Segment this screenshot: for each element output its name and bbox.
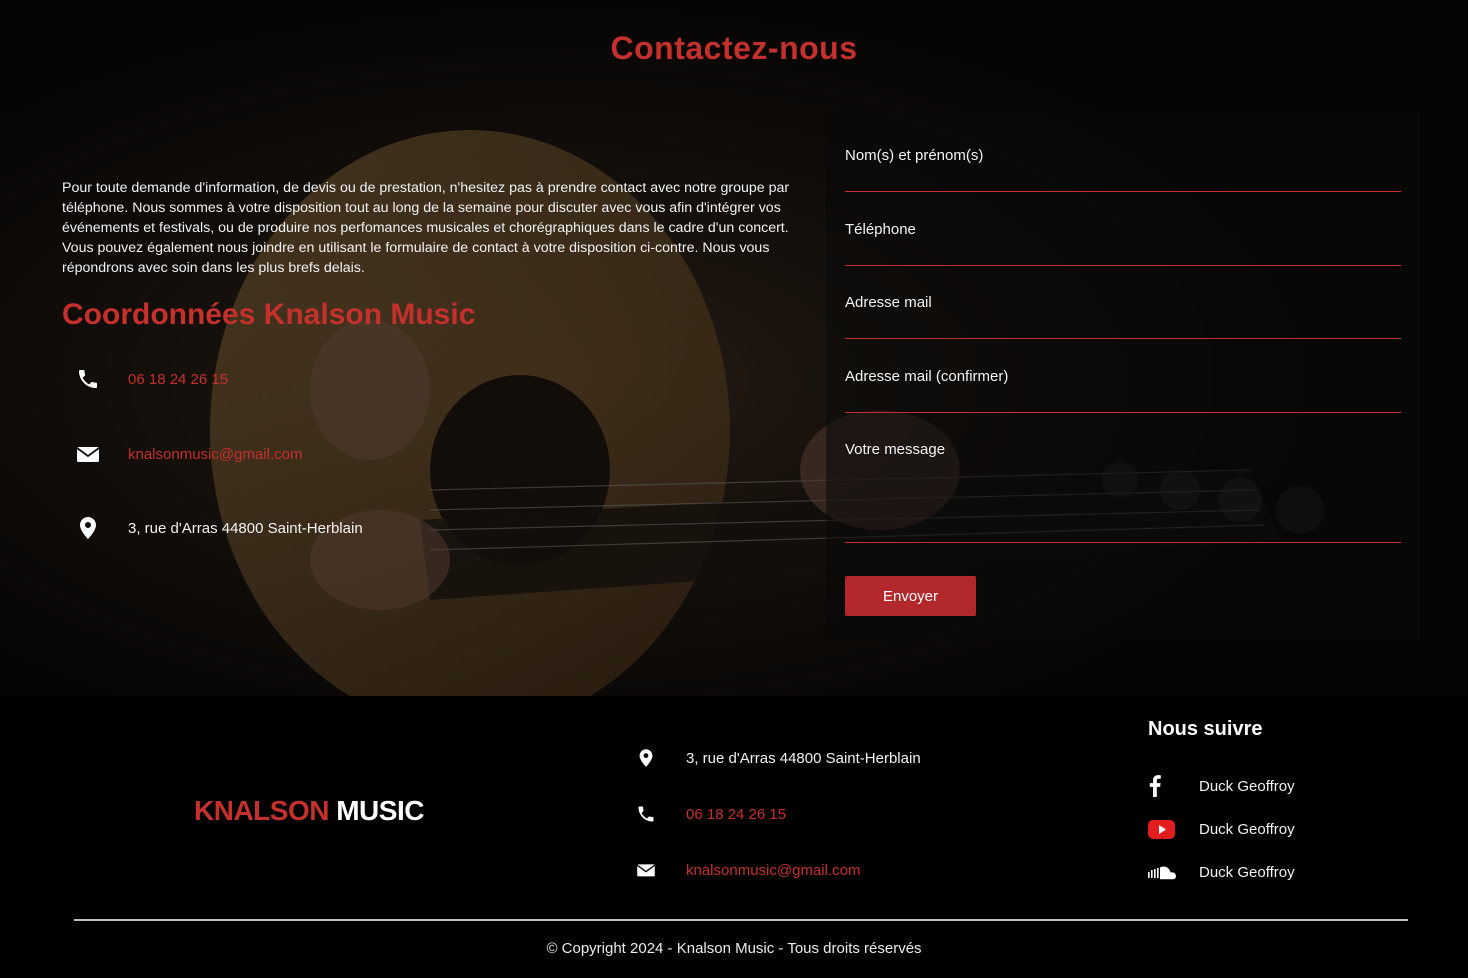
social-facebook[interactable]: Duck Geoffroy (1148, 775, 1295, 797)
footer-email-link[interactable]: knalsonmusic@gmail.com (686, 862, 860, 879)
soundcloud-icon (1148, 861, 1178, 883)
social-soundcloud-label: Duck Geoffroy (1199, 863, 1295, 881)
name-field-label: Nom(s) et prénom(s) (845, 147, 984, 164)
email-confirm-field[interactable]: Adresse mail (confirmer) (845, 368, 1401, 413)
contact-email-link[interactable]: knalsonmusic@gmail.com (128, 446, 302, 463)
email-confirm-field-label: Adresse mail (confirmer) (845, 368, 1009, 385)
intro-text: Pour toute demande d'information, de dev… (62, 180, 790, 276)
facebook-icon (1148, 775, 1178, 797)
location-pin-icon (636, 748, 656, 768)
social-soundcloud[interactable]: Duck Geoffroy (1148, 861, 1295, 883)
logo-knalson: KNALSON (194, 795, 329, 826)
youtube-icon (1148, 818, 1178, 840)
footer-email-row: knalsonmusic@gmail.com (636, 860, 860, 880)
copyright-text: © Copyright 2024 - Knalson Music - Tous … (546, 940, 922, 957)
message-field[interactable]: Votre message (845, 441, 1401, 543)
contact-hero: Contactez-nous Pour toute demande d'info… (0, 0, 1468, 696)
footer: KNALSON MUSIC 3, rue d'Arras 44800 Saint… (0, 696, 1468, 978)
message-field-label: Votre message (845, 441, 946, 458)
contact-phone-row: 06 18 24 26 15 (76, 367, 228, 391)
footer-divider (74, 919, 1408, 921)
email-field-label: Adresse mail (845, 294, 932, 311)
footer-address-row: 3, rue d'Arras 44800 Saint-Herblain (636, 748, 921, 768)
envelope-icon (76, 442, 100, 466)
follow-title: Nous suivre (1148, 718, 1263, 740)
contact-address-row: 3, rue d'Arras 44800 Saint-Herblain (76, 516, 363, 540)
envelope-icon (636, 860, 656, 880)
logo-music: MUSIC (336, 795, 424, 826)
send-button[interactable]: Envoyer (845, 576, 976, 616)
email-field[interactable]: Adresse mail (845, 294, 1401, 339)
social-youtube[interactable]: Duck Geoffroy (1148, 818, 1295, 840)
footer-phone-row: 06 18 24 26 15 (636, 804, 786, 824)
footer-address: 3, rue d'Arras 44800 Saint-Herblain (686, 749, 921, 767)
name-field[interactable]: Nom(s) et prénom(s) (845, 147, 1401, 192)
coordinates-title: Coordonnées Knalson Music (62, 298, 476, 331)
location-pin-icon (76, 516, 100, 540)
social-youtube-label: Duck Geoffroy (1199, 820, 1295, 838)
contact-address: 3, rue d'Arras 44800 Saint-Herblain (128, 519, 363, 537)
social-facebook-label: Duck Geoffroy (1199, 777, 1295, 795)
footer-logo[interactable]: KNALSON MUSIC (194, 795, 424, 827)
contact-email-row: knalsonmusic@gmail.com (76, 442, 302, 466)
phone-field[interactable]: Téléphone (845, 221, 1401, 266)
phone-icon (76, 367, 100, 391)
phone-icon (636, 804, 656, 824)
contact-phone-link[interactable]: 06 18 24 26 15 (128, 371, 228, 388)
phone-field-label: Téléphone (845, 221, 916, 238)
footer-phone-link[interactable]: 06 18 24 26 15 (686, 806, 786, 823)
page-title: Contactez-nous (610, 30, 858, 66)
